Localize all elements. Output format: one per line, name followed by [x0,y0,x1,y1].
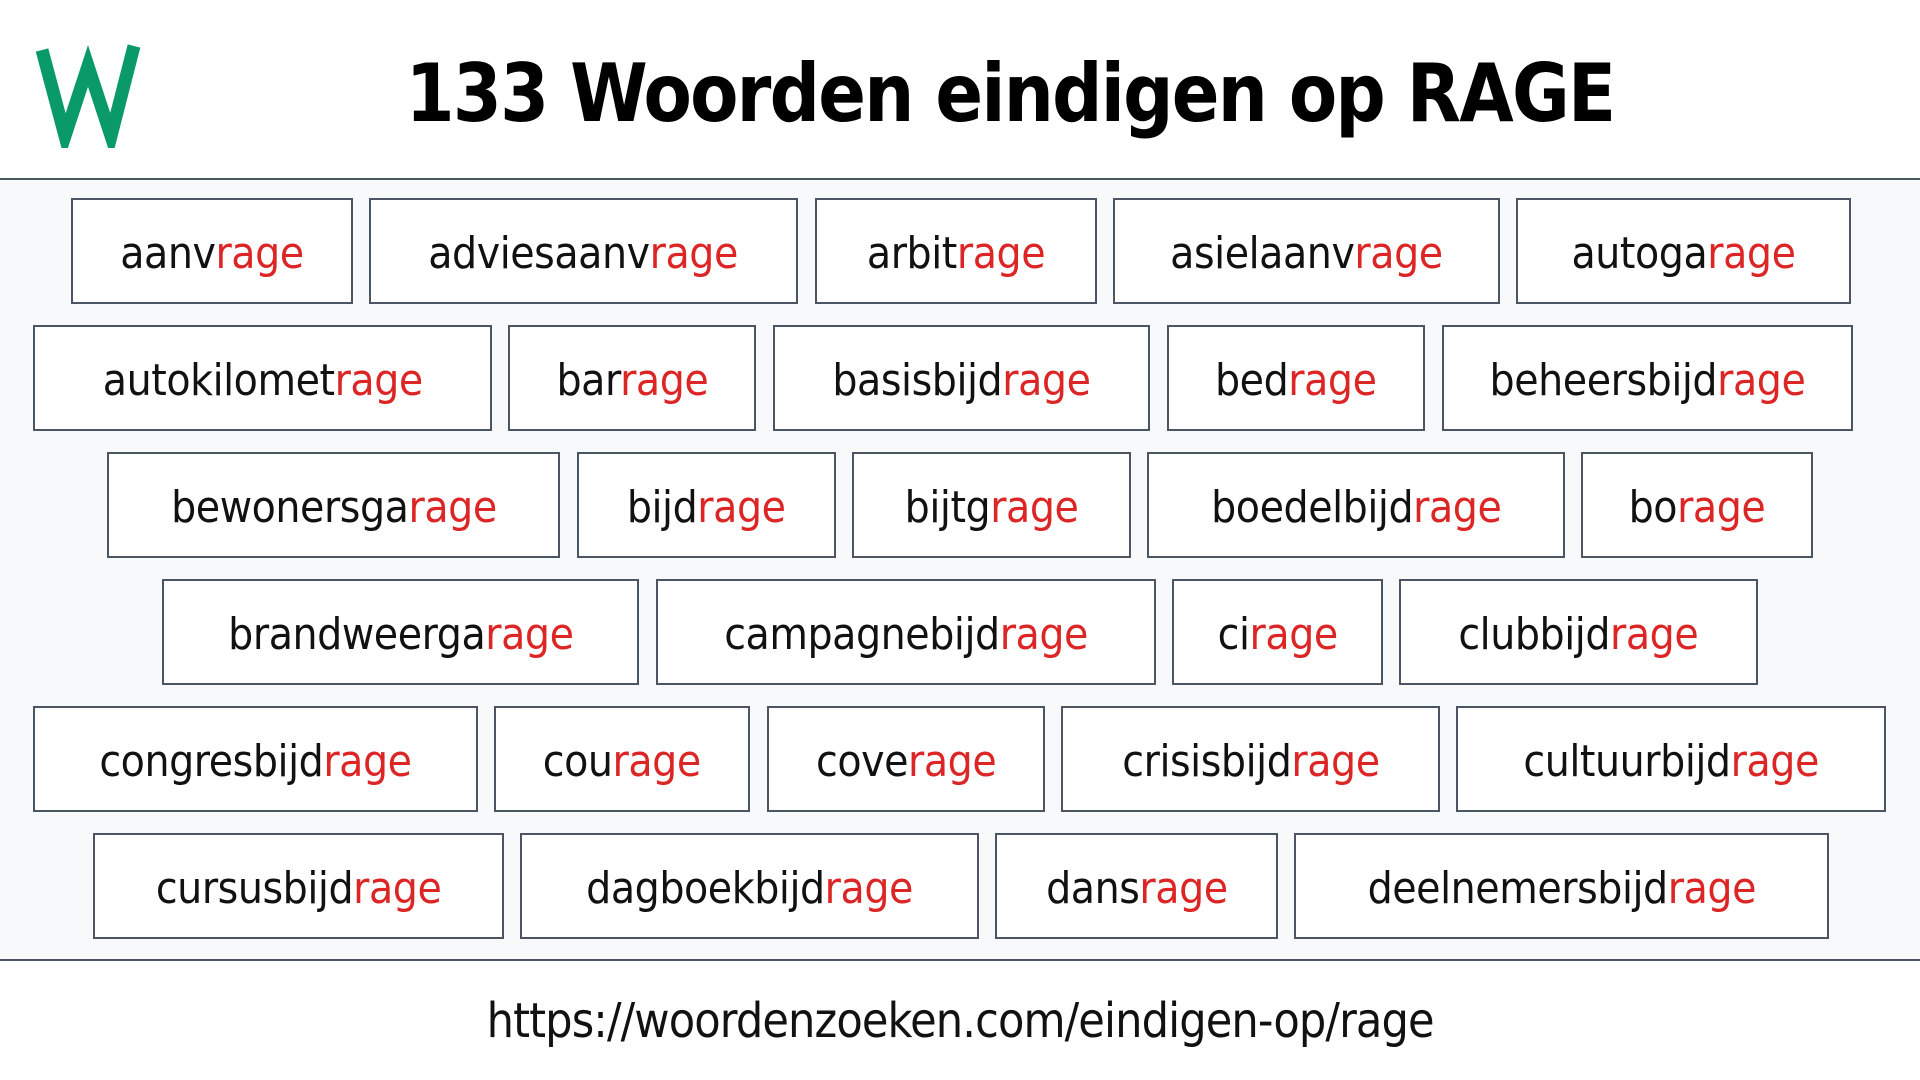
word-item[interactable]: crisisbijdrage [1061,706,1440,812]
page-header: 133 Woorden eindigen op RAGE [0,0,1920,178]
word-prefix: dans [1045,863,1140,914]
word-prefix: cultuurbijd [1523,736,1731,787]
word-prefix: campagnebijd [724,609,1000,660]
word-item[interactable]: cursusbijdrage [93,833,504,939]
word-item[interactable]: autokilometrage [33,325,492,431]
word-suffix: rage [1002,355,1091,406]
page-title: 133 Woorden eindigen op RAGE [405,47,1616,140]
word-prefix: ci [1217,609,1250,660]
word-prefix: bewonersga [170,482,409,533]
word-suffix: rage [1249,609,1338,660]
word-prefix: bijd [627,482,698,533]
word-item[interactable]: asielaanvrage [1113,198,1500,304]
word-suffix: rage [1667,863,1756,914]
word-suffix: rage [999,609,1089,660]
word-item[interactable]: basisbijdrage [773,325,1150,431]
word-item[interactable]: arbitrage [815,198,1097,304]
word-item[interactable]: borage [1581,452,1813,558]
word-row-6: cursusbijdrage dagboekbijdrage dansrage … [0,833,1920,943]
word-item[interactable]: cultuurbijdrage [1456,706,1886,812]
word-prefix: autoga [1571,228,1708,279]
word-prefix: boedelbijd [1210,482,1413,533]
word-suffix: rage [408,482,497,533]
word-item[interactable]: bijtgrage [852,452,1131,558]
word-suffix: rage [215,228,305,279]
word-row-1: aanvrage adviesaanvrage arbitrage asiela… [0,198,1920,308]
word-prefix: dagboekbijd [586,863,825,914]
word-suffix: rage [1730,736,1819,787]
word-row-4: brandweergarage campagnebijdrage cirage … [0,579,1920,689]
word-prefix: aanv [120,228,216,279]
page-footer: https://woordenzoeken.com/eindigen-op/ra… [0,961,1920,1080]
word-item[interactable]: coverage [767,706,1045,812]
word-suffix: rage [619,355,709,406]
word-suffix: rage [612,736,702,787]
word-suffix: rage [697,482,787,533]
word-suffix: rage [956,228,1046,279]
word-item[interactable]: bewonersgarage [107,452,560,558]
word-item[interactable]: aanvrage [71,198,353,304]
word-suffix: rage [353,863,442,914]
word-prefix: arbit [866,228,957,279]
word-suffix: rage [1412,482,1502,533]
word-prefix: autokilomet [102,355,335,406]
word-item[interactable]: bedrage [1167,325,1425,431]
word-suffix: rage [1717,355,1806,406]
word-prefix: cove [815,736,908,787]
word-prefix: asielaanv [1170,228,1355,279]
word-item[interactable]: dansrage [995,833,1278,939]
word-list: aanvrage adviesaanvrage arbitrage asiela… [0,180,1920,959]
word-prefix: bar [556,355,620,406]
word-item[interactable]: dagboekbijdrage [520,833,979,939]
word-row-2: autokilometrage barrage basisbijdrage be… [0,325,1920,435]
word-suffix: rage [1290,736,1380,787]
word-suffix: rage [1354,228,1444,279]
word-item[interactable]: adviesaanvrage [369,198,798,304]
word-suffix: rage [650,228,739,279]
word-prefix: bo [1628,482,1678,533]
word-suffix: rage [323,736,412,787]
word-item[interactable]: bijdrage [577,452,836,558]
word-item[interactable]: clubbijdrage [1399,579,1758,685]
word-item[interactable]: campagnebijdrage [656,579,1156,685]
word-suffix: rage [1677,482,1766,533]
word-suffix: rage [824,863,914,914]
word-prefix: cursusbijd [155,863,354,914]
word-item[interactable]: autogarage [1516,198,1851,304]
word-row-3: bewonersgarage bijdrage bijtgrage boedel… [0,452,1920,562]
word-item[interactable]: boedelbijdrage [1147,452,1565,558]
word-suffix: rage [1139,863,1228,914]
source-url-link[interactable]: https://woordenzoeken.com/eindigen-op/ra… [486,993,1434,1049]
word-prefix: brandweerga [227,609,486,660]
word-item[interactable]: barrage [508,325,756,431]
word-prefix: adviesaanv [428,228,651,279]
word-item[interactable]: deelnemersbijdrage [1294,833,1829,939]
word-item[interactable]: beheersbijdrage [1442,325,1853,431]
word-suffix: rage [990,482,1079,533]
word-item[interactable]: courage [494,706,750,812]
word-suffix: rage [1610,609,1699,660]
word-prefix: basisbijd [832,355,1003,406]
word-item[interactable]: brandweergarage [162,579,639,685]
word-prefix: bijtg [904,482,991,533]
word-item[interactable]: cirage [1172,579,1383,685]
word-prefix: cou [542,736,613,787]
word-prefix: beheersbijd [1489,355,1718,406]
word-suffix: rage [484,609,574,660]
word-item[interactable]: congresbijdrage [33,706,478,812]
word-prefix: crisisbijd [1121,736,1292,787]
word-prefix: congresbijd [99,736,324,787]
word-suffix: rage [334,355,423,406]
word-prefix: clubbijd [1458,609,1611,660]
word-row-5: congresbijdrage courage coverage crisisb… [0,706,1920,816]
word-suffix: rage [1288,355,1378,406]
word-prefix: deelnemersbijd [1367,863,1668,914]
word-suffix: rage [1707,228,1796,279]
word-suffix: rage [907,736,997,787]
word-prefix: bed [1215,355,1289,406]
